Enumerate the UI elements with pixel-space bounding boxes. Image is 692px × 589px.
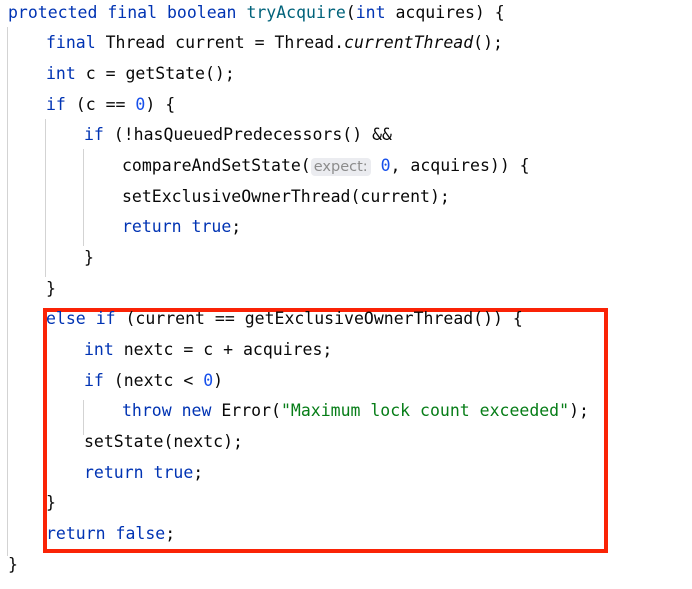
code-line-18[interactable]: return false; [46,519,175,549]
token-number: 0 [380,156,391,175]
token-method-declaration: tryAcquire [246,3,346,22]
code-line-1[interactable]: protected final boolean tryAcquire(int a… [8,0,505,28]
token-keyword: int [46,64,76,83]
token-keyword: return [122,217,182,236]
code-line-19[interactable]: } [8,550,18,580]
token-keyword: if [95,309,116,328]
code-line-16[interactable]: return true; [84,458,203,488]
code-line-11[interactable]: else if (current == getExclusiveOwnerThr… [46,304,523,334]
indent-guide-level-1-lower [7,308,8,556]
token-static-method: currentThread [344,33,474,52]
code-line-8[interactable]: return true; [122,212,241,242]
token-keyword: return [46,524,106,543]
code-line-7[interactable]: setExclusiveOwnerThread(current); [122,182,450,212]
indent-guide-level-1 [7,27,8,308]
token-keyword: false [115,524,166,543]
token-keyword: throw [122,401,172,420]
token-keyword: int [355,3,386,22]
indent-guide-level-2 [45,119,46,277]
token-string-literal: "Maximum lock count exceeded" [280,401,570,420]
code-line-12[interactable]: int nextc = c + acquires; [84,335,332,365]
token-keyword: true [191,217,232,236]
token-keyword: final [46,33,96,52]
parameter-hint-expect: expect: [310,158,371,176]
code-line-14[interactable]: throw new Error("Maximum lock count exce… [122,396,589,426]
code-line-6[interactable]: compareAndSetState(expect: 0, acquires))… [122,151,530,181]
token-keyword: if [84,125,104,144]
token-keyword: return [84,463,144,482]
indent-guide-level-3 [83,149,84,246]
token-keyword: true [153,463,194,482]
token-keyword: int [84,340,114,359]
token-keyword: protected [8,3,98,22]
code-line-5[interactable]: if (!hasQueuedPredecessors() && [84,120,392,150]
code-line-2[interactable]: final Thread current = Thread.currentThr… [46,28,503,58]
token-keyword: final [107,3,158,22]
code-line-17[interactable]: } [46,488,56,518]
code-line-4[interactable]: if (c == 0) { [46,90,175,120]
code-line-9[interactable]: } [84,243,94,273]
code-line-10[interactable]: } [46,274,56,304]
code-line-15[interactable]: setState(nextc); [84,427,243,457]
token-keyword: if [84,371,104,390]
code-line-3[interactable]: int c = getState(); [46,59,235,89]
token-keyword: else [46,309,86,328]
token-number: 0 [203,371,214,390]
token-number: 0 [135,95,146,114]
code-editor-pane[interactable]: protected final boolean tryAcquire(int a… [0,0,692,589]
token-keyword: new [181,401,212,420]
token-keyword: boolean [166,3,237,22]
code-line-13[interactable]: if (nextc < 0) [84,366,223,396]
token-keyword: if [46,95,66,114]
